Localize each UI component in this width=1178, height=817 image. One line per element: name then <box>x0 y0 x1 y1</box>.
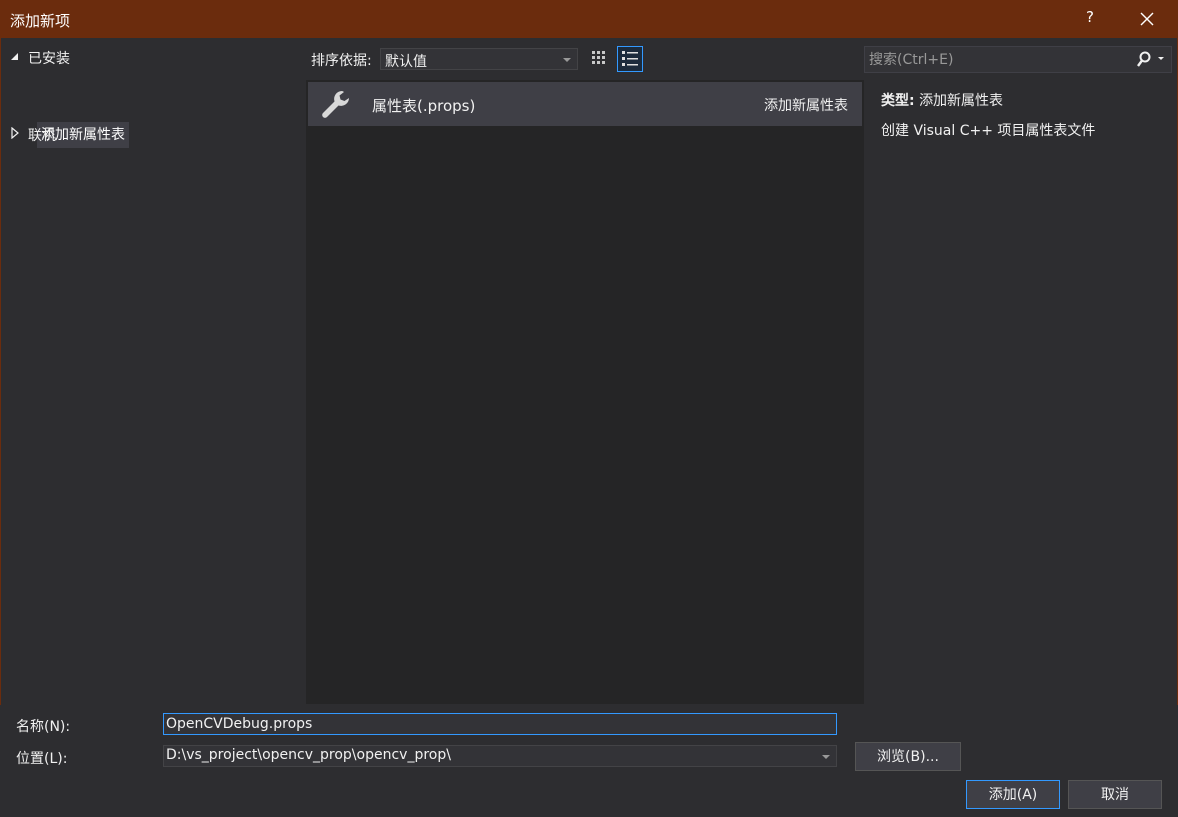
close-icon <box>1140 12 1154 26</box>
sort-label: 排序依据: <box>311 53 372 69</box>
item-category: 添加新属性表 <box>764 98 848 114</box>
small-icons-view-button[interactable] <box>586 46 612 72</box>
tree-node-installed[interactable]: 已安装 <box>28 48 70 68</box>
type-label: 类型: <box>881 93 915 109</box>
sort-dropdown[interactable]: 默认值 <box>380 48 578 70</box>
list-view-button[interactable] <box>617 46 643 72</box>
search-button[interactable] <box>1133 47 1171 72</box>
browse-button[interactable]: 浏览(B)... <box>855 742 961 771</box>
name-label: 名称(N): <box>16 719 71 735</box>
search-box <box>864 46 1172 73</box>
title-bar: 添加新项 ? <box>0 0 1178 38</box>
list-item[interactable]: 属性表(.props) 添加新属性表 <box>308 82 862 126</box>
template-tree: 已安装 添加新属性表 联机 <box>2 40 302 704</box>
window-title: 添加新项 <box>10 12 71 30</box>
search-input[interactable] <box>869 50 1129 69</box>
cancel-button[interactable]: 取消 <box>1068 780 1162 809</box>
dropdown-arrow-icon <box>822 755 830 759</box>
help-button[interactable]: ? <box>1080 8 1100 30</box>
location-value: D:\vs_project\opencv_prop\opencv_prop\ <box>166 747 451 763</box>
add-button[interactable]: 添加(A) <box>966 780 1060 809</box>
dropdown-arrow-icon <box>563 58 571 62</box>
grid-view-icon <box>592 51 605 64</box>
search-icon <box>1137 51 1164 67</box>
name-field[interactable] <box>163 713 837 735</box>
location-dropdown[interactable]: D:\vs_project\opencv_prop\opencv_prop\ <box>163 745 837 767</box>
expand-arrow-icon[interactable] <box>10 127 20 139</box>
list-view-icon <box>622 51 638 66</box>
details-panel: 类型: 添加新属性表 创建 Visual C++ 项目属性表文件 <box>866 80 1178 704</box>
item-name: 属性表(.props) <box>372 97 476 115</box>
tree-node-online[interactable]: 联机 <box>28 125 56 145</box>
wrench-icon <box>322 91 349 118</box>
location-label: 位置(L): <box>16 751 68 767</box>
template-list: 属性表(.props) 添加新属性表 <box>306 80 864 704</box>
type-value: 添加新属性表 <box>919 93 1004 109</box>
close-button[interactable] <box>1134 6 1160 32</box>
type-line: 类型: 添加新属性表 <box>881 90 1003 110</box>
item-description: 创建 Visual C++ 项目属性表文件 <box>881 123 1096 139</box>
sort-value: 默认值 <box>385 54 427 70</box>
collapse-arrow-icon[interactable] <box>10 52 20 62</box>
